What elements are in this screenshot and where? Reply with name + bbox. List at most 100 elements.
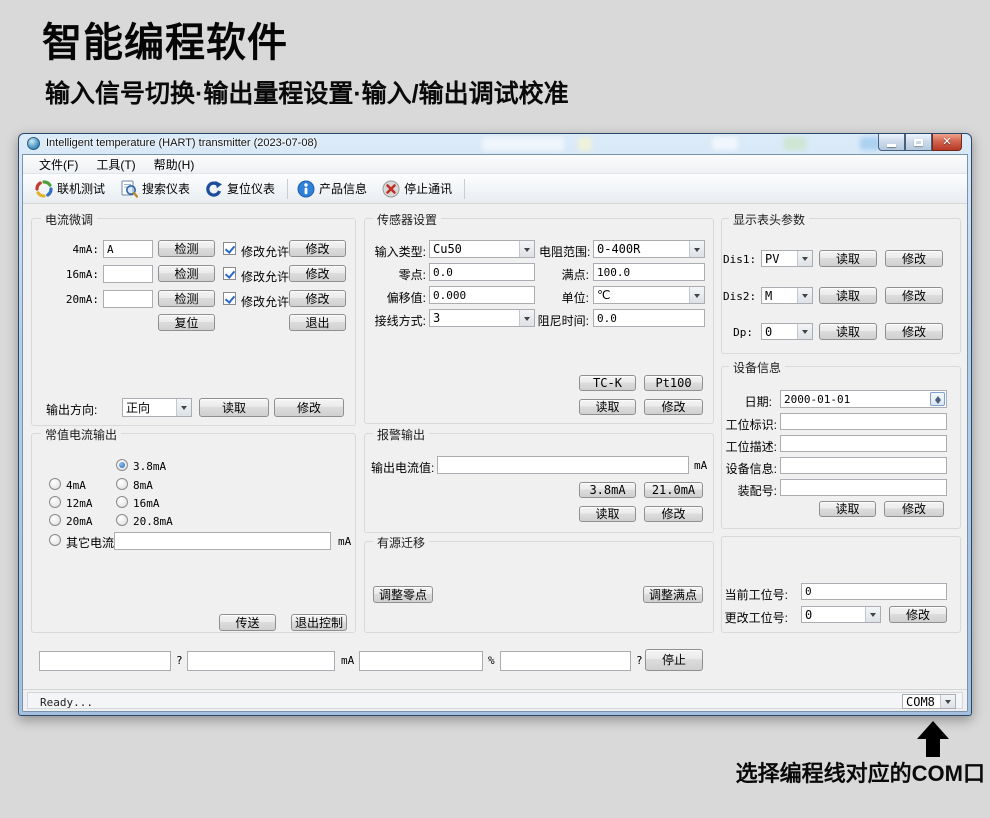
dis2-read-button[interactable]: 读取 bbox=[819, 287, 877, 304]
window-titlebar[interactable]: Intelligent temperature (HART) transmitt… bbox=[22, 134, 968, 154]
tck-button[interactable]: TC-K bbox=[579, 375, 636, 391]
alarm-modify-button[interactable]: 修改 bbox=[644, 506, 703, 522]
dis2-modify-button[interactable]: 修改 bbox=[885, 287, 943, 304]
radio-3-8ma[interactable] bbox=[116, 459, 128, 471]
dis1-modify-button[interactable]: 修改 bbox=[885, 250, 943, 267]
alarm-3-8ma-button[interactable]: 3.8mA bbox=[579, 482, 636, 498]
detect-button[interactable]: 检测 bbox=[158, 265, 215, 282]
exit-control-button[interactable]: 退出控制 bbox=[291, 614, 347, 631]
search-instrument-button[interactable]: 搜索仪表 bbox=[114, 178, 199, 200]
dis1-select[interactable]: PV bbox=[761, 250, 813, 267]
other-current-unit: mA bbox=[338, 535, 351, 548]
stop-button[interactable]: 停止 bbox=[645, 649, 703, 671]
dp-read-button[interactable]: 读取 bbox=[819, 323, 877, 340]
assembly-no-input[interactable] bbox=[780, 479, 947, 496]
unit-select[interactable]: ℃ bbox=[593, 286, 705, 304]
modify-button[interactable]: 修改 bbox=[289, 240, 346, 257]
full-label: 满点: bbox=[539, 266, 589, 283]
offset-input[interactable]: 0.000 bbox=[429, 286, 535, 304]
change-station-select[interactable]: 0 bbox=[801, 606, 881, 623]
status-bar: Ready... COM8 bbox=[23, 689, 967, 711]
dp-modify-button[interactable]: 修改 bbox=[885, 323, 943, 340]
window-title: Intelligent temperature (HART) transmitt… bbox=[46, 137, 317, 149]
dropdown-arrow-icon bbox=[797, 324, 812, 339]
trim-20ma-input[interactable] bbox=[103, 290, 153, 308]
output-direction-select[interactable]: 正向 bbox=[122, 398, 192, 417]
damping-input[interactable]: 0.0 bbox=[593, 309, 705, 327]
menu-file[interactable]: 文件(F) bbox=[31, 155, 86, 174]
monitor-field-2[interactable] bbox=[187, 651, 335, 671]
reset-instrument-button[interactable]: 复位仪表 bbox=[199, 178, 284, 200]
menu-tools[interactable]: 工具(T) bbox=[88, 155, 143, 174]
trim-16ma-input[interactable] bbox=[103, 265, 153, 283]
dp-select[interactable]: 0 bbox=[761, 323, 813, 340]
modify-button[interactable]: 修改 bbox=[289, 290, 346, 307]
alarm-current-unit: mA bbox=[694, 459, 707, 472]
radio-12ma[interactable] bbox=[49, 496, 61, 508]
current-station-input[interactable]: 0 bbox=[801, 583, 947, 600]
device-read-button[interactable]: 读取 bbox=[819, 501, 876, 517]
product-info-button[interactable]: 产品信息 bbox=[291, 178, 376, 200]
device-desc-label: 设备信息: bbox=[723, 460, 777, 477]
trim-20ma-label: 20mA: bbox=[39, 293, 99, 306]
maximize-button[interactable] bbox=[905, 134, 932, 151]
radio-other-current[interactable] bbox=[49, 534, 61, 546]
modify-button[interactable]: 修改 bbox=[289, 265, 346, 282]
radio-20-8ma[interactable] bbox=[116, 514, 128, 526]
zero-input[interactable]: 0.0 bbox=[429, 263, 535, 281]
monitor-field-1[interactable] bbox=[39, 651, 171, 671]
device-modify-button[interactable]: 修改 bbox=[884, 501, 944, 517]
station-modify-button[interactable]: 修改 bbox=[889, 606, 947, 623]
radio-16ma[interactable] bbox=[116, 496, 128, 508]
alarm-21ma-button[interactable]: 21.0mA bbox=[644, 482, 703, 498]
resistance-range-select[interactable]: 0-400R bbox=[593, 240, 705, 258]
sensor-read-button[interactable]: 读取 bbox=[579, 399, 636, 415]
close-button[interactable]: ✕ bbox=[932, 134, 962, 151]
alarm-current-input[interactable] bbox=[437, 456, 689, 474]
alarm-output-title: 报警输出 bbox=[373, 426, 429, 443]
send-button[interactable]: 传送 bbox=[219, 614, 276, 631]
stop-comm-button[interactable]: 停止通讯 bbox=[376, 178, 461, 200]
date-spinner[interactable] bbox=[930, 392, 945, 406]
direction-modify-button[interactable]: 修改 bbox=[274, 398, 344, 417]
pt100-button[interactable]: Pt100 bbox=[644, 375, 703, 391]
sensor-modify-button[interactable]: 修改 bbox=[644, 399, 703, 415]
device-desc-input[interactable] bbox=[780, 457, 947, 474]
exit-button[interactable]: 退出 bbox=[289, 314, 346, 331]
online-test-button[interactable]: 联机测试 bbox=[29, 178, 114, 200]
input-type-select[interactable]: Cu50 bbox=[429, 240, 535, 258]
maximize-icon bbox=[914, 139, 923, 146]
other-current-input[interactable] bbox=[114, 532, 331, 550]
trim-4ma-input[interactable]: A bbox=[103, 240, 153, 258]
adjust-zero-button[interactable]: 调整零点 bbox=[373, 586, 433, 603]
minimize-button[interactable] bbox=[878, 134, 905, 151]
modify-allow-checkbox[interactable] bbox=[223, 292, 236, 305]
station-desc-input[interactable] bbox=[780, 435, 947, 452]
client-area: 电流微调 4mA: A 检测 修改允许 修改 16mA: 检测 修改允许 修改 … bbox=[23, 204, 967, 689]
alarm-current-label: 输出电流值: bbox=[371, 459, 434, 476]
monitor-field-4[interactable] bbox=[500, 651, 631, 671]
alarm-read-button[interactable]: 读取 bbox=[579, 506, 636, 522]
date-input[interactable]: 2000-01-01 bbox=[780, 390, 947, 408]
monitor-field-3[interactable] bbox=[359, 651, 483, 671]
modify-allow-checkbox[interactable] bbox=[223, 267, 236, 280]
modify-allow-checkbox[interactable] bbox=[223, 242, 236, 255]
adjust-full-button[interactable]: 调整满点 bbox=[643, 586, 703, 603]
dis2-select[interactable]: M bbox=[761, 287, 813, 304]
detect-button[interactable]: 检测 bbox=[158, 240, 215, 257]
radio-4ma[interactable] bbox=[49, 478, 61, 490]
radio-8ma[interactable] bbox=[116, 478, 128, 490]
wiring-select[interactable]: 3 bbox=[429, 309, 535, 327]
full-input[interactable]: 100.0 bbox=[593, 263, 705, 281]
reset-button[interactable]: 复位 bbox=[158, 314, 215, 331]
zero-label: 零点: bbox=[368, 266, 426, 283]
detect-button[interactable]: 检测 bbox=[158, 290, 215, 307]
device-info-title: 设备信息 bbox=[729, 359, 785, 376]
menu-help[interactable]: 帮助(H) bbox=[146, 155, 203, 174]
direction-read-button[interactable]: 读取 bbox=[199, 398, 269, 417]
com-port-select[interactable]: COM8 bbox=[902, 694, 956, 709]
dis1-read-button[interactable]: 读取 bbox=[819, 250, 877, 267]
dropdown-arrow-icon bbox=[689, 287, 704, 303]
radio-20ma[interactable] bbox=[49, 514, 61, 526]
station-tag-input[interactable] bbox=[780, 413, 947, 430]
